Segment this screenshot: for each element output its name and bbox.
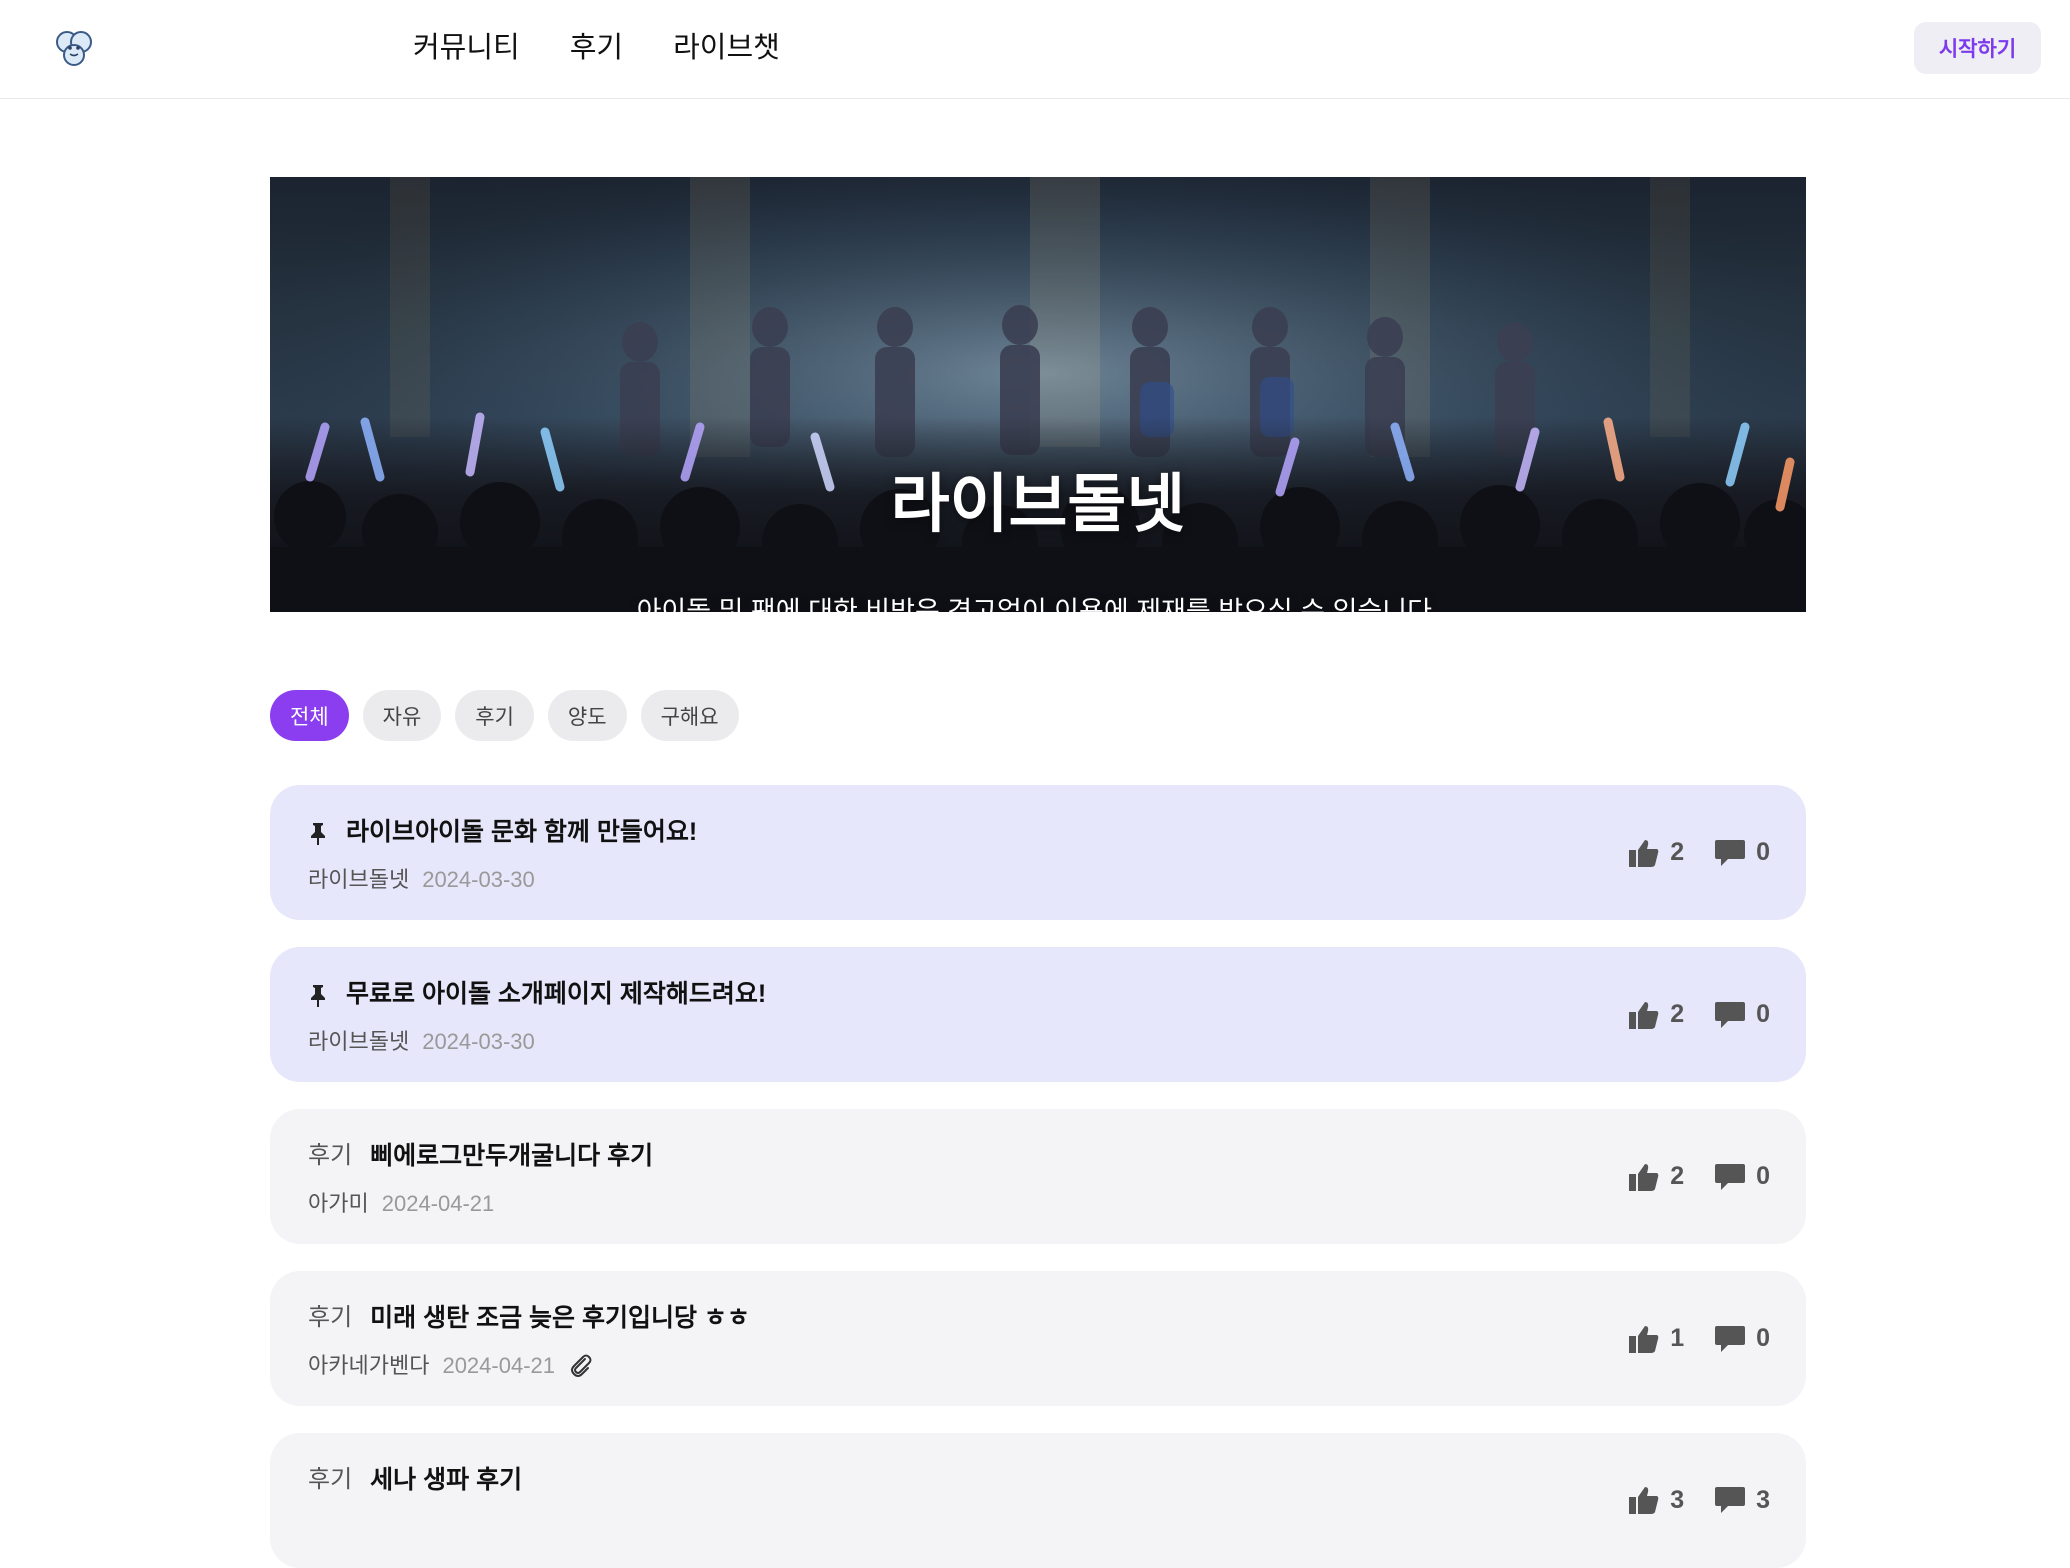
post-title[interactable]: 라이브아이돌 문화 함께 만들어요! [346, 815, 697, 849]
paperclip-icon [568, 1353, 594, 1379]
post-stats: 2 0 [1628, 838, 1770, 868]
post-title[interactable]: 무료로 아이돌 소개페이지 제작해드려요! [346, 977, 766, 1011]
post-stats: 2 0 [1628, 1162, 1770, 1192]
post-item[interactable]: 무료로 아이돌 소개페이지 제작해드려요! 라이브돌넷 2024-03-30 2… [270, 947, 1806, 1082]
nav-item-livechat[interactable]: 라이브챗 [673, 28, 780, 68]
comment-icon [1714, 838, 1746, 868]
post-author: 라이브돌넷 [308, 867, 410, 892]
comment-icon [1714, 1485, 1746, 1515]
post-date: 2024-04-21 [442, 1353, 555, 1378]
like-count: 3 [1670, 1485, 1685, 1514]
comment-count: 0 [1756, 1324, 1770, 1352]
comment-count: 3 [1756, 1485, 1770, 1514]
category-filter: 전체 자유 후기 양도 구해요 [270, 690, 739, 741]
post-item[interactable]: 후기 미래 생탄 조금 늦은 후기입니당 ㅎㅎ 아카네가벤다 2024-04-2… [270, 1271, 1806, 1406]
post-date: 2024-03-30 [422, 867, 535, 892]
post-category: 후기 [308, 1304, 353, 1331]
comment-icon [1714, 1000, 1746, 1030]
logo-icon[interactable] [52, 26, 96, 70]
hero-banner: 라이브돌넷 아이돌 및 팬에 대한 비방은 경고없이 이용에 제재를 받으실 수… [270, 177, 1806, 612]
like-count: 2 [1670, 1162, 1685, 1190]
comment-count: 0 [1756, 1162, 1770, 1190]
post-title[interactable]: 세나 생파 후기 [370, 1463, 522, 1497]
pin-icon [308, 820, 328, 846]
comment-count: 0 [1756, 1000, 1770, 1028]
filter-chip-wanted[interactable]: 구해요 [640, 690, 739, 741]
thumbs-up-icon [1628, 1485, 1660, 1515]
post-author: 아가미 [308, 1191, 369, 1216]
filter-chip-all[interactable]: 전체 [270, 690, 349, 741]
thumbs-up-icon [1628, 1162, 1660, 1192]
like-count: 2 [1670, 838, 1685, 866]
post-date: 2024-03-30 [422, 1029, 535, 1054]
post-title[interactable]: 삐에로그만두개굴니다 후기 [370, 1139, 653, 1173]
pin-icon [308, 982, 328, 1008]
post-category: 후기 [308, 1142, 353, 1169]
comment-count: 0 [1756, 838, 1770, 866]
filter-chip-free[interactable]: 자유 [362, 690, 442, 741]
top-header: 커뮤니티 후기 라이브챗 시작하기 [0, 0, 2070, 99]
post-stats: 2 0 [1628, 1000, 1770, 1030]
filter-chip-transfer[interactable]: 양도 [547, 690, 627, 741]
nav-item-reviews[interactable]: 후기 [570, 28, 623, 68]
start-button[interactable]: 시작하기 [1914, 22, 2041, 74]
comment-icon [1714, 1162, 1746, 1192]
post-item[interactable]: 후기 세나 생파 후기 3 3 [270, 1433, 1806, 1568]
thumbs-up-icon [1628, 1000, 1660, 1030]
post-author: 라이브돌넷 [308, 1029, 410, 1054]
hero-title: 라이브돌넷 [890, 468, 1186, 540]
nav-item-community[interactable]: 커뮤니티 [413, 28, 520, 68]
post-date: 2024-04-21 [381, 1191, 495, 1216]
post-stats: 3 3 [1628, 1485, 1770, 1515]
main-nav: 커뮤니티 후기 라이브챗 [413, 28, 780, 68]
post-category: 후기 [308, 1466, 353, 1493]
comment-icon [1714, 1324, 1746, 1354]
post-stats: 1 0 [1628, 1324, 1770, 1354]
post-item[interactable]: 후기 삐에로그만두개굴니다 후기 아가미 2024-04-21 2 0 [270, 1109, 1806, 1244]
thumbs-up-icon [1628, 1324, 1660, 1354]
like-count: 1 [1670, 1324, 1685, 1352]
hero-subtitle: 아이돌 및 팬에 대한 비방은 경고없이 이용에 제재를 받으실 수 있습니다. [636, 596, 1440, 613]
post-author: 아카네가벤다 [308, 1353, 430, 1378]
like-count: 2 [1670, 1000, 1685, 1028]
filter-chip-review[interactable]: 후기 [455, 690, 534, 741]
thumbs-up-icon [1628, 838, 1660, 868]
post-item[interactable]: 라이브아이돌 문화 함께 만들어요! 라이브돌넷 2024-03-30 2 0 [270, 785, 1806, 920]
post-title[interactable]: 미래 생탄 조금 늦은 후기입니당 ㅎㅎ [370, 1301, 750, 1335]
concert-scene-image [270, 177, 1806, 612]
